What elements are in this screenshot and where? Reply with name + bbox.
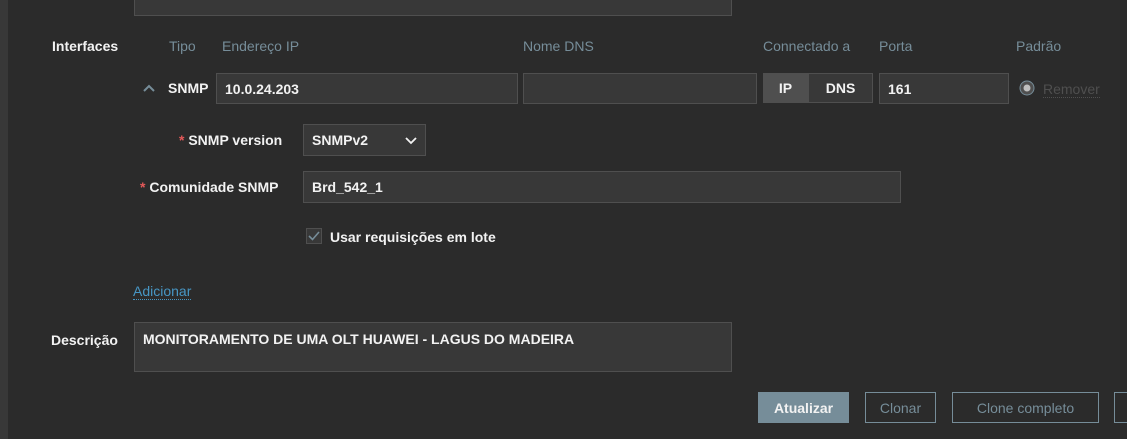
header-conectado-a: Connectado a (763, 38, 851, 54)
port-value: 161 (888, 80, 912, 97)
connect-dns-button[interactable]: DNS (808, 73, 873, 103)
full-clone-button[interactable]: Clone completo (952, 392, 1099, 423)
description-textarea[interactable]: MONITORAMENTO DE UMA OLT HUAWEI - LAGUS … (134, 322, 732, 372)
dns-name-input[interactable] (523, 73, 757, 104)
ip-address-input[interactable]: 10.0.24.203 (216, 73, 518, 104)
snmp-version-value: SNMPv2 (312, 132, 369, 148)
update-button[interactable]: Atualizar (758, 392, 849, 423)
required-marker: * (140, 179, 146, 195)
connect-ip-button[interactable]: IP (763, 73, 808, 103)
interfaces-label: Interfaces (52, 38, 119, 54)
chevron-down-icon (405, 132, 417, 148)
more-button-partial[interactable] (1114, 392, 1127, 423)
snmp-version-label: * SNMP version (179, 132, 282, 148)
ip-address-value: 10.0.24.203 (225, 80, 299, 97)
interface-type: SNMP (168, 80, 209, 96)
collapse-chevron-icon[interactable] (142, 80, 156, 98)
clone-label: Clonar (879, 399, 922, 416)
snmp-version-text: SNMP version (188, 132, 283, 148)
header-nome-dns: Nome DNS (523, 38, 594, 54)
community-input[interactable]: Brd_542_1 (303, 171, 901, 203)
connect-ip-label: IP (778, 80, 793, 96)
header-porta: Porta (879, 38, 913, 54)
header-tipo: Tipo (169, 38, 196, 54)
bulk-label: Usar requisições em lote (330, 229, 496, 245)
header-endereco-ip: Endereço IP (222, 38, 300, 54)
required-marker: * (179, 132, 185, 148)
snmp-version-select[interactable]: SNMPv2 (303, 124, 426, 156)
community-label: * Comunidade SNMP (140, 179, 278, 195)
port-input[interactable]: 161 (879, 73, 1009, 104)
community-value: Brd_542_1 (312, 179, 383, 195)
community-text: Comunidade SNMP (149, 179, 279, 195)
full-clone-label: Clone completo (976, 399, 1075, 416)
update-label: Atualizar (773, 399, 834, 416)
default-radio[interactable] (1019, 80, 1035, 101)
top-partial-field[interactable] (134, 0, 732, 16)
checkmark-icon (308, 231, 320, 241)
left-border (0, 0, 8, 439)
add-interface-link[interactable]: Adicionar (133, 283, 192, 300)
host-form: Interfaces Tipo Endereço IP Nome DNS Con… (8, 0, 1127, 439)
description-label: Descrição (51, 332, 118, 348)
header-padrao: Padrão (1016, 38, 1062, 54)
connect-dns-label: DNS (825, 80, 856, 96)
bulk-checkbox[interactable] (306, 228, 322, 244)
remove-link[interactable]: Remover (1043, 81, 1100, 98)
clone-button[interactable]: Clonar (865, 392, 936, 423)
description-value: MONITORAMENTO DE UMA OLT HUAWEI - LAGUS … (143, 331, 575, 347)
